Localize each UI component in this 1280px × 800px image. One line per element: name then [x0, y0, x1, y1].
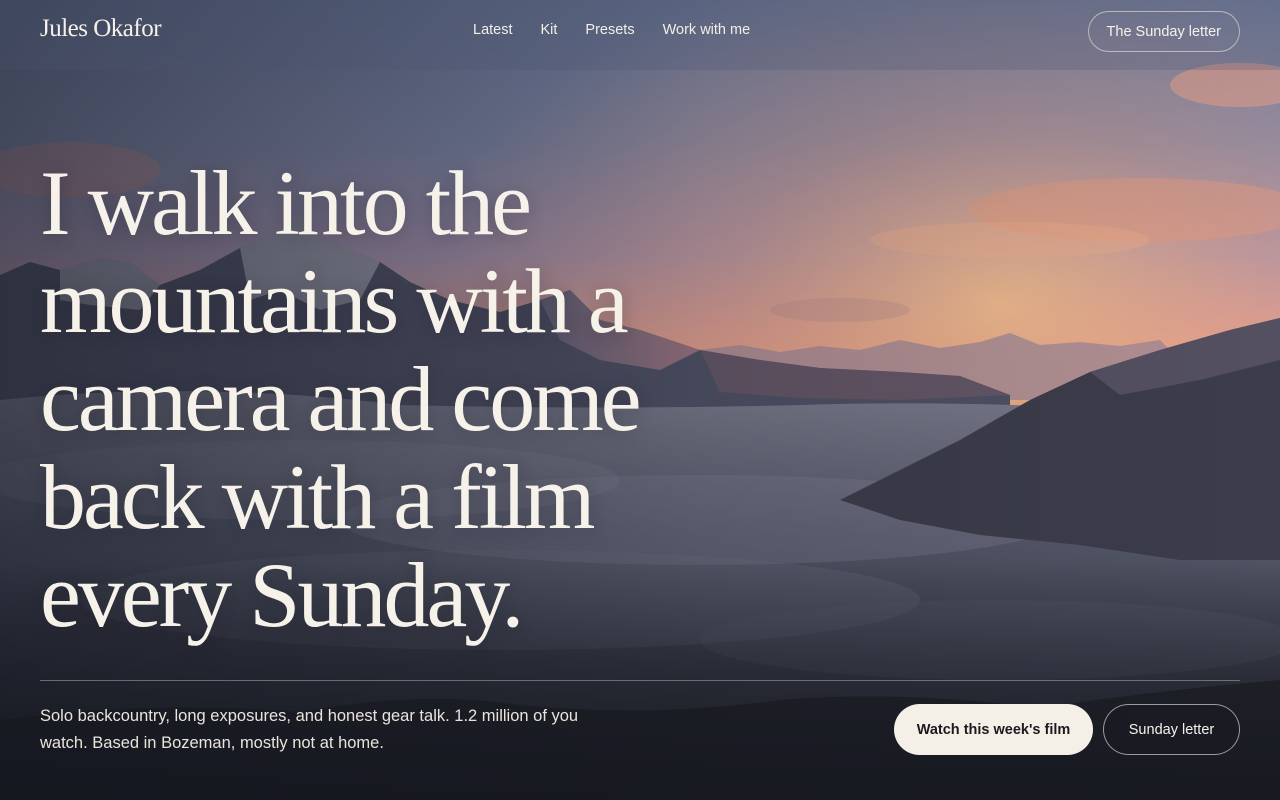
nav-latest[interactable]: Latest [473, 22, 513, 38]
sunday-letter-header-button[interactable]: The Sunday letter [1087, 11, 1240, 52]
sunday-letter-button[interactable]: Sunday letter [1103, 704, 1240, 755]
main-nav: Latest Kit Presets Work with me [473, 22, 750, 38]
hero-actions: Watch this week's film Sunday letter [894, 704, 1240, 755]
watch-film-button[interactable]: Watch this week's film [894, 704, 1093, 755]
brand-logo[interactable]: Jules Okafor [40, 15, 162, 43]
hero-headline: I walk into the mountains with a camera … [40, 152, 642, 646]
nav-presets[interactable]: Presets [585, 22, 634, 38]
nav-kit[interactable]: Kit [541, 22, 558, 38]
nav-work-with-me[interactable]: Work with me [663, 22, 751, 38]
landing-page: Jules Okafor Latest Kit Presets Work wit… [0, 0, 1280, 800]
hero-divider [40, 680, 1240, 681]
hero-bio: Solo backcountry, long exposures, and ho… [40, 707, 579, 752]
site-header: Jules Okafor Latest Kit Presets Work wit… [0, 0, 1280, 62]
